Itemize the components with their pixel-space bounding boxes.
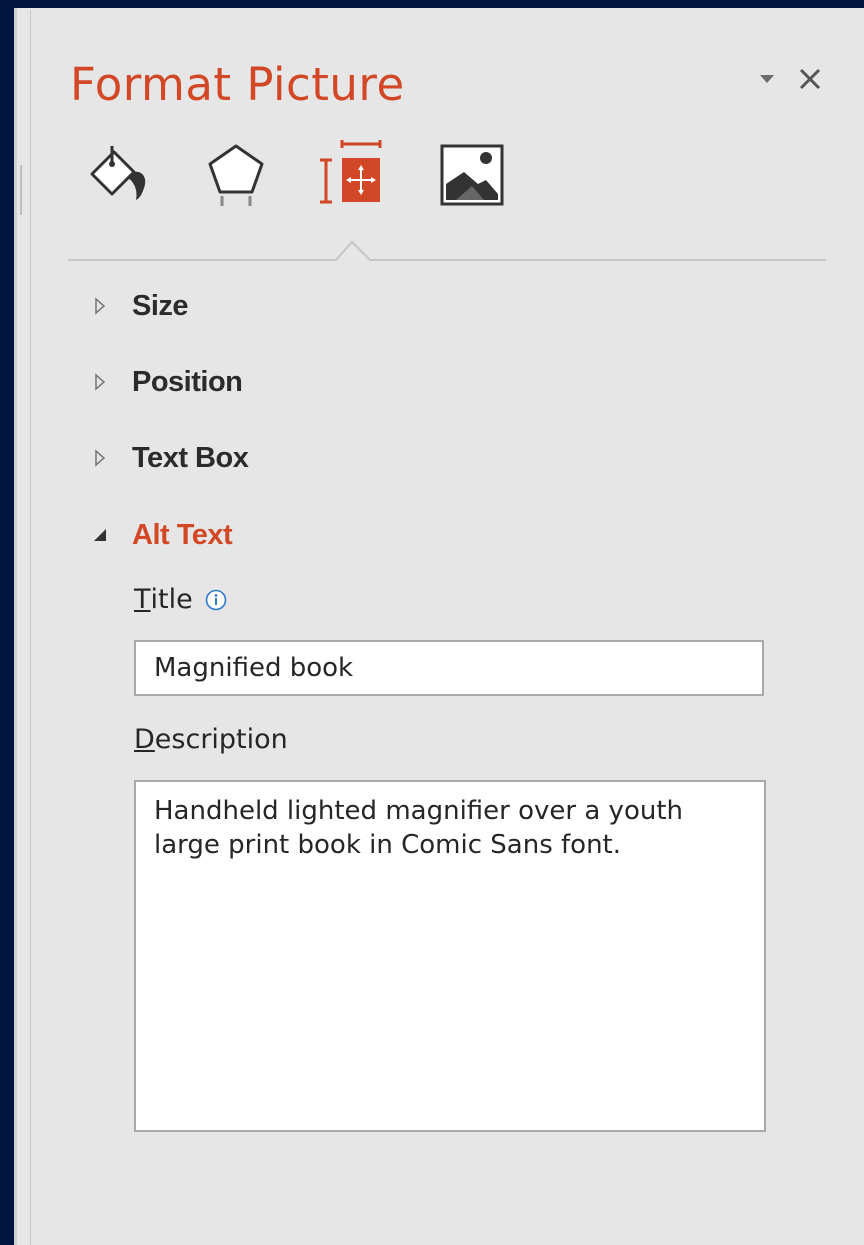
section-label: Alt Text [132, 518, 233, 551]
tab-selection-indicator [68, 240, 826, 261]
close-icon [799, 68, 821, 90]
description-label-accesskey: D [134, 724, 155, 755]
tab-size-properties[interactable] [314, 136, 390, 212]
section-text-box[interactable]: Text Box [90, 438, 249, 478]
tab-fill-line[interactable] [80, 136, 160, 212]
expand-arrow-icon [90, 448, 110, 468]
tab-effects[interactable] [200, 136, 272, 212]
pane-splitter-mark [20, 165, 22, 215]
description-field-label: Description [134, 724, 288, 755]
description-label-text: escription [154, 724, 288, 755]
section-label: Text Box [132, 441, 249, 474]
alt-text-description-input[interactable]: Handheld lighted magnifier over a youth … [134, 780, 766, 1132]
title-field-label: Title [134, 584, 227, 615]
title-label-text: itle [150, 584, 193, 615]
section-label: Size [132, 289, 189, 322]
title-label-accesskey: T [134, 584, 151, 615]
size-properties-icon [320, 140, 382, 204]
expand-arrow-icon [90, 296, 110, 316]
effects-icon [208, 144, 264, 206]
picture-icon [440, 144, 504, 206]
pane-left-edge [14, 8, 17, 1245]
close-button[interactable] [792, 60, 828, 98]
tab-picture[interactable] [434, 136, 510, 212]
collapse-arrow-icon [90, 525, 110, 545]
fill-line-icon [90, 146, 146, 200]
section-size[interactable]: Size [90, 286, 189, 326]
expand-arrow-icon [90, 372, 110, 392]
chevron-down-icon [760, 75, 774, 83]
section-label: Position [132, 365, 243, 398]
pane-resize-handle[interactable] [30, 10, 31, 1245]
pane-title: Format Picture [70, 58, 405, 111]
task-pane-options-button[interactable] [755, 60, 779, 98]
section-position[interactable]: Position [90, 362, 243, 402]
alt-text-title-input[interactable] [134, 640, 764, 696]
info-icon[interactable] [205, 589, 227, 611]
section-alt-text[interactable]: Alt Text [90, 515, 233, 555]
